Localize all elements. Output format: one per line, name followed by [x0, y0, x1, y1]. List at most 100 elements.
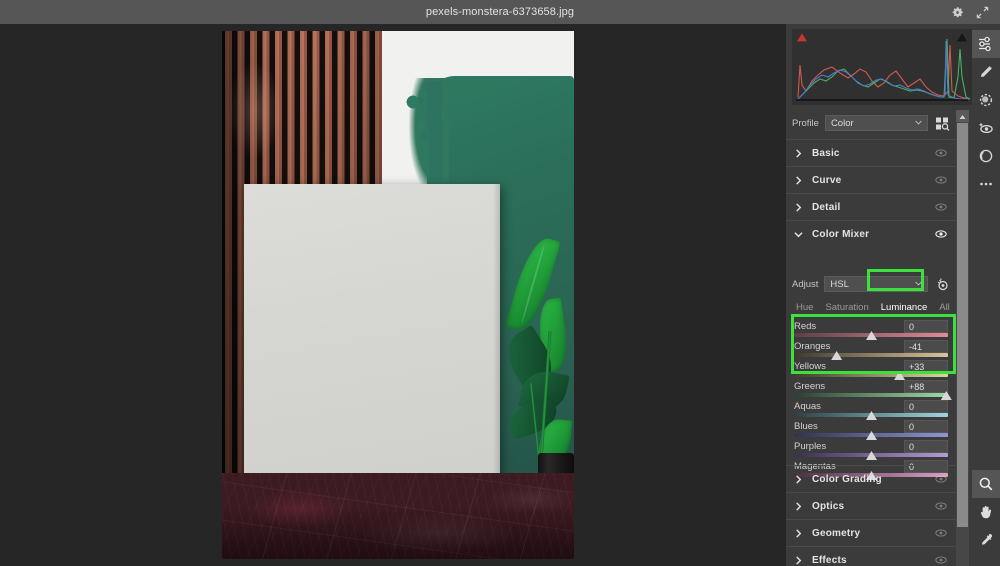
panel-scrollbar[interactable] [956, 110, 969, 566]
tab-all[interactable]: All [933, 299, 956, 316]
scrollbar-thumb[interactable] [957, 123, 968, 527]
section-color-grading-label: Color Grading [812, 473, 882, 485]
slider-reds[interactable]: Reds 0 [786, 320, 956, 340]
chevron-down-icon [915, 120, 922, 125]
profile-row: Profile Color [786, 110, 956, 136]
slider-yellows[interactable]: Yellows +33 [786, 360, 956, 380]
tiled-floor [222, 473, 574, 559]
hand-pan-icon[interactable] [972, 498, 1000, 526]
chevron-right-icon [796, 528, 802, 538]
chevron-right-icon [796, 148, 802, 158]
tab-luminance[interactable]: Luminance [875, 299, 933, 317]
titlebar-actions [950, 0, 996, 24]
eye-toggle-icon[interactable] [935, 474, 947, 484]
chevron-right-icon [796, 474, 802, 484]
slider-oranges[interactable]: Oranges -41 [786, 340, 956, 360]
slider-greens[interactable]: Greens +88 [786, 380, 956, 400]
profile-select[interactable]: Color [824, 115, 928, 131]
section-optics-label: Optics [812, 500, 845, 512]
slider-blues-label: Blues [794, 421, 818, 432]
section-geometry-label: Geometry [812, 527, 861, 539]
photo-preview[interactable] [222, 31, 574, 559]
window-title: pexels-monstera-6373658.jpg [425, 6, 575, 18]
adjust-label: Adjust [792, 278, 819, 290]
slider-reds-value[interactable]: 0 [904, 320, 948, 333]
expand-arrows-icon[interactable] [975, 5, 990, 20]
eye-toggle-icon[interactable] [935, 148, 947, 158]
zoom-magnifier-icon[interactable] [972, 470, 1000, 498]
hsl-tabs: Hue Saturation Luminance All [786, 296, 956, 318]
chevron-right-icon [796, 555, 802, 565]
paint-speck [421, 131, 427, 139]
masking-icon[interactable] [972, 142, 1000, 170]
adjust-row: Adjust HSL [786, 272, 956, 296]
image-canvas[interactable] [0, 24, 786, 566]
title-bar: pexels-monstera-6373658.jpg [0, 0, 1000, 24]
edit-sliders-icon[interactable] [972, 30, 1000, 58]
adjust-select-value: HSL [830, 278, 849, 290]
eye-toggle-icon[interactable] [935, 229, 947, 239]
chevron-down-icon [794, 231, 803, 237]
section-curve[interactable]: Curve [786, 166, 956, 193]
more-options-icon[interactable] [972, 170, 1000, 198]
gear-icon[interactable] [950, 5, 965, 20]
paint-speck [423, 83, 430, 92]
scroll-up-arrow-icon[interactable] [956, 110, 969, 122]
eyedropper-icon[interactable] [972, 526, 1000, 554]
profile-browser-grid-icon[interactable] [934, 115, 950, 131]
section-color-mixer-label: Color Mixer [812, 228, 870, 240]
eye-toggle-icon[interactable] [935, 555, 947, 565]
section-detail-label: Detail [812, 201, 841, 213]
red-eye-icon[interactable] [972, 114, 1000, 142]
chevron-right-icon [796, 501, 802, 511]
slider-yellows-track[interactable] [794, 373, 948, 377]
slider-oranges-value[interactable]: -41 [904, 340, 948, 353]
paint-speck [425, 115, 429, 121]
section-basic-label: Basic [812, 147, 840, 159]
slider-purples-label: Purples [794, 441, 827, 452]
slider-oranges-label: Oranges [794, 341, 831, 352]
slider-greens-track[interactable] [794, 393, 948, 397]
profile-label: Profile [792, 117, 819, 129]
eye-toggle-icon[interactable] [935, 175, 947, 185]
paint-speck [418, 97, 423, 104]
section-effects-label: Effects [812, 554, 847, 566]
targeted-adjustment-icon[interactable] [934, 276, 950, 292]
slider-aquas-label: Aquas [794, 401, 821, 412]
slider-purples[interactable]: Purples 0 [786, 440, 956, 460]
slider-greens-value[interactable]: +88 [904, 380, 948, 393]
section-basic[interactable]: Basic [786, 139, 956, 166]
healing-brush-icon[interactable] [972, 58, 1000, 86]
slider-yellows-label: Yellows [794, 361, 826, 372]
eye-toggle-icon[interactable] [935, 528, 947, 538]
section-optics[interactable]: Optics [786, 492, 956, 519]
tab-saturation[interactable]: Saturation [819, 299, 874, 316]
section-detail[interactable]: Detail [786, 193, 956, 220]
slider-reds-label: Reds [794, 321, 817, 332]
eye-toggle-icon[interactable] [935, 202, 947, 212]
spot-removal-icon[interactable] [972, 86, 1000, 114]
histogram[interactable] [792, 29, 972, 105]
slider-purples-value[interactable]: 0 [904, 440, 948, 453]
chevron-right-icon [796, 202, 802, 212]
slider-aquas[interactable]: Aquas 0 [786, 400, 956, 420]
profile-select-value: Color [830, 117, 854, 129]
floor-reflection [222, 473, 574, 559]
section-color-grading[interactable]: Color Grading [786, 465, 956, 492]
slider-aquas-value[interactable]: 0 [904, 400, 948, 413]
tools-toolbar [972, 24, 1000, 566]
adjust-select[interactable]: HSL [824, 276, 928, 292]
tools-top-group [972, 30, 1000, 198]
slider-oranges-track[interactable] [794, 353, 948, 357]
eye-toggle-icon[interactable] [935, 501, 947, 511]
section-geometry[interactable]: Geometry [786, 519, 956, 546]
slider-blues-value[interactable]: 0 [904, 420, 948, 433]
section-color-mixer[interactable]: Color Mixer [786, 220, 956, 247]
tools-bottom-group [972, 470, 1000, 554]
tab-hue[interactable]: Hue [790, 299, 819, 316]
section-effects[interactable]: Effects [786, 546, 956, 566]
chevron-right-icon [796, 175, 802, 185]
slider-greens-label: Greens [794, 381, 826, 392]
slider-blues[interactable]: Blues 0 [786, 420, 956, 440]
slider-yellows-value[interactable]: +33 [904, 360, 948, 373]
